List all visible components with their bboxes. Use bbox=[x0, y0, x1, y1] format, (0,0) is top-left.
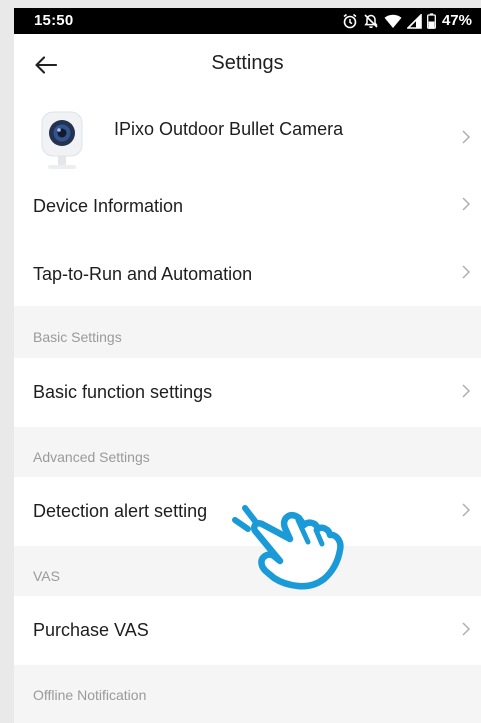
status-time: 15:50 bbox=[34, 12, 74, 29]
section-header-vas: VAS bbox=[14, 546, 481, 596]
status-icons: 47% bbox=[342, 8, 472, 34]
battery-icon bbox=[427, 13, 436, 29]
list-item-device-information[interactable]: Device Information bbox=[14, 176, 481, 239]
signal-icon bbox=[406, 13, 422, 29]
section-header-advanced-settings: Advanced Settings bbox=[14, 427, 481, 477]
list-item-tap-to-run-automation[interactable]: Tap-to-Run and Automation bbox=[14, 239, 481, 306]
section-title: Basic Settings bbox=[33, 329, 122, 345]
section-title: Offline Notification bbox=[33, 687, 147, 703]
section-title: Advanced Settings bbox=[33, 449, 150, 465]
chevron-right-icon bbox=[462, 384, 471, 398]
list-item-basic-function-settings[interactable]: Basic function settings bbox=[14, 358, 481, 427]
chevron-right-icon bbox=[462, 503, 471, 517]
list-item-detection-alert-setting[interactable]: Detection alert setting bbox=[14, 477, 481, 546]
wifi-icon bbox=[384, 14, 402, 29]
app-bar: Settings bbox=[14, 34, 481, 96]
list-item-label: Basic function settings bbox=[33, 382, 213, 402]
page-title: Settings bbox=[211, 52, 284, 74]
chevron-right-icon bbox=[462, 265, 471, 279]
list-item-label: Purchase VAS bbox=[33, 620, 149, 640]
camera-icon bbox=[41, 111, 83, 169]
section-title: VAS bbox=[33, 568, 60, 584]
alarm-icon bbox=[342, 13, 358, 29]
status-bar: 15:50 47% bbox=[14, 8, 481, 34]
device-name: IPixo Outdoor Bullet Camera bbox=[114, 119, 344, 139]
chevron-right-icon bbox=[462, 197, 471, 211]
chevron-right-icon bbox=[462, 622, 471, 636]
notifications-off-icon bbox=[363, 13, 379, 29]
list-item-label: Tap-to-Run and Automation bbox=[33, 264, 253, 284]
battery-percentage: 47% bbox=[441, 12, 472, 29]
chevron-right-icon bbox=[462, 130, 471, 144]
device-row[interactable]: IPixo Outdoor Bullet Camera bbox=[14, 96, 481, 176]
list-item-label: Detection alert setting bbox=[33, 501, 208, 521]
list-item-purchase-vas[interactable]: Purchase VAS bbox=[14, 596, 481, 665]
list-item-label: Device Information bbox=[33, 196, 184, 216]
section-header-basic-settings: Basic Settings bbox=[14, 306, 481, 358]
section-header-offline-notification: Offline Notification bbox=[14, 665, 481, 723]
screen: 15:50 47% Settings IPixo Outdoor Bullet … bbox=[14, 8, 481, 723]
